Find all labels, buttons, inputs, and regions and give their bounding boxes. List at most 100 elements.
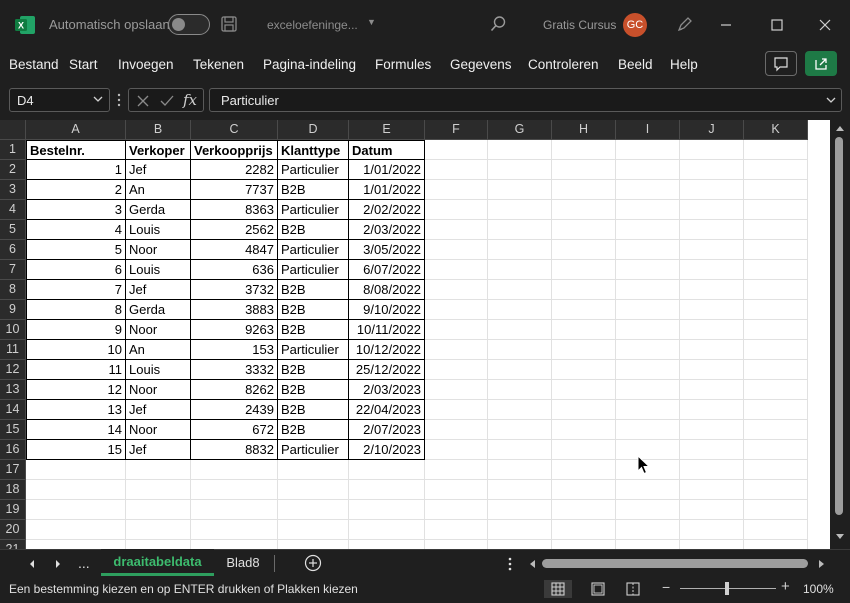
empty-cell[interactable]	[425, 320, 488, 340]
table-cell[interactable]: 153	[191, 340, 278, 360]
sheet-tab-active[interactable]: draaitabeldata	[101, 549, 214, 576]
scroll-down-icon[interactable]	[835, 533, 845, 541]
select-all-corner[interactable]	[0, 120, 26, 140]
row-header[interactable]: 10	[0, 320, 26, 340]
column-header[interactable]: D	[278, 120, 349, 140]
table-cell[interactable]: 6	[26, 260, 126, 280]
empty-cell[interactable]	[488, 500, 552, 520]
table-cell[interactable]: Jef	[126, 440, 191, 460]
maximize-icon[interactable]	[765, 13, 789, 37]
table-cell[interactable]: 4	[26, 220, 126, 240]
table-cell[interactable]: B2B	[278, 300, 349, 320]
table-cell[interactable]: 3883	[191, 300, 278, 320]
table-cell[interactable]: 1	[26, 160, 126, 180]
empty-cell[interactable]	[349, 460, 425, 480]
empty-cell[interactable]	[616, 380, 680, 400]
empty-cell[interactable]	[26, 460, 126, 480]
table-cell[interactable]: 10/12/2022	[349, 340, 425, 360]
table-cell[interactable]: 2/02/2022	[349, 200, 425, 220]
table-cell[interactable]: An	[126, 180, 191, 200]
empty-cell[interactable]	[552, 240, 616, 260]
empty-cell[interactable]	[26, 480, 126, 500]
empty-cell[interactable]	[744, 540, 808, 549]
empty-cell[interactable]	[488, 300, 552, 320]
zoom-out-button[interactable]: −	[662, 579, 670, 595]
table-cell[interactable]: 8363	[191, 200, 278, 220]
table-cell[interactable]: 3	[26, 200, 126, 220]
empty-cell[interactable]	[552, 480, 616, 500]
empty-cell[interactable]	[488, 380, 552, 400]
table-cell[interactable]: 9	[26, 320, 126, 340]
formula-input[interactable]: Particulier	[209, 88, 842, 112]
table-cell[interactable]: B2B	[278, 220, 349, 240]
row-header[interactable]: 5	[0, 220, 26, 240]
empty-cell[interactable]	[680, 140, 744, 160]
table-cell[interactable]: 2/03/2022	[349, 220, 425, 240]
empty-cell[interactable]	[425, 460, 488, 480]
table-cell[interactable]: B2B	[278, 420, 349, 440]
close-icon[interactable]	[813, 13, 837, 37]
table-cell[interactable]: Jef	[126, 160, 191, 180]
table-cell[interactable]: 2/03/2023	[349, 380, 425, 400]
empty-cell[interactable]	[425, 380, 488, 400]
empty-cell[interactable]	[552, 340, 616, 360]
search-icon[interactable]	[489, 15, 507, 33]
empty-cell[interactable]	[126, 500, 191, 520]
row-header[interactable]: 17	[0, 460, 26, 480]
empty-cell[interactable]	[488, 240, 552, 260]
table-cell[interactable]: Particulier	[278, 160, 349, 180]
table-cell[interactable]: 3732	[191, 280, 278, 300]
empty-cell[interactable]	[680, 320, 744, 340]
table-cell[interactable]: B2B	[278, 380, 349, 400]
table-cell[interactable]: 7737	[191, 180, 278, 200]
empty-cell[interactable]	[552, 440, 616, 460]
empty-cell[interactable]	[488, 260, 552, 280]
table-cell[interactable]: 10/11/2022	[349, 320, 425, 340]
menu-bestand[interactable]: Bestand	[9, 57, 59, 72]
menu-invoegen[interactable]: Invoegen	[118, 57, 174, 72]
empty-cell[interactable]	[552, 520, 616, 540]
empty-cell[interactable]	[744, 500, 808, 520]
empty-cell[interactable]	[26, 520, 126, 540]
table-cell[interactable]: 636	[191, 260, 278, 280]
table-cell[interactable]: 22/04/2023	[349, 400, 425, 420]
empty-cell[interactable]	[680, 160, 744, 180]
empty-cell[interactable]	[191, 480, 278, 500]
table-cell[interactable]: 12	[26, 380, 126, 400]
empty-cell[interactable]	[616, 500, 680, 520]
empty-cell[interactable]	[425, 440, 488, 460]
empty-cell[interactable]	[744, 420, 808, 440]
scroll-up-icon[interactable]	[835, 124, 845, 132]
empty-cell[interactable]	[552, 300, 616, 320]
page-layout-view-button[interactable]	[584, 580, 612, 598]
zoom-slider-handle[interactable]	[725, 582, 729, 595]
empty-cell[interactable]	[488, 180, 552, 200]
row-header[interactable]: 8	[0, 280, 26, 300]
empty-cell[interactable]	[349, 520, 425, 540]
menu-beeld[interactable]: Beeld	[618, 57, 653, 72]
table-cell[interactable]: Gerda	[126, 200, 191, 220]
empty-cell[interactable]	[126, 540, 191, 549]
empty-cell[interactable]	[744, 200, 808, 220]
table-header-cell[interactable]: Verkoopprijs	[191, 140, 278, 160]
empty-cell[interactable]	[744, 220, 808, 240]
empty-cell[interactable]	[680, 440, 744, 460]
table-cell[interactable]: Particulier	[278, 260, 349, 280]
table-header-cell[interactable]: Datum	[349, 140, 425, 160]
expand-formula-icon[interactable]	[825, 94, 837, 106]
row-header[interactable]: 16	[0, 440, 26, 460]
empty-cell[interactable]	[616, 480, 680, 500]
share-button[interactable]	[805, 51, 837, 76]
empty-cell[interactable]	[552, 380, 616, 400]
table-cell[interactable]: 9263	[191, 320, 278, 340]
table-cell[interactable]: Particulier	[278, 200, 349, 220]
empty-cell[interactable]	[552, 180, 616, 200]
previous-sheet-icon[interactable]	[25, 557, 39, 571]
normal-view-button[interactable]	[544, 580, 572, 598]
table-cell[interactable]: Louis	[126, 220, 191, 240]
empty-cell[interactable]	[744, 400, 808, 420]
empty-cell[interactable]	[349, 500, 425, 520]
table-cell[interactable]: 1/01/2022	[349, 180, 425, 200]
table-cell[interactable]: Noor	[126, 240, 191, 260]
spreadsheet-grid[interactable]: A B C D E F G H I J K 1 2 3 4 5 6 7 8 9 10 11 12 13 14 15 16 17 18 19…	[0, 120, 830, 549]
